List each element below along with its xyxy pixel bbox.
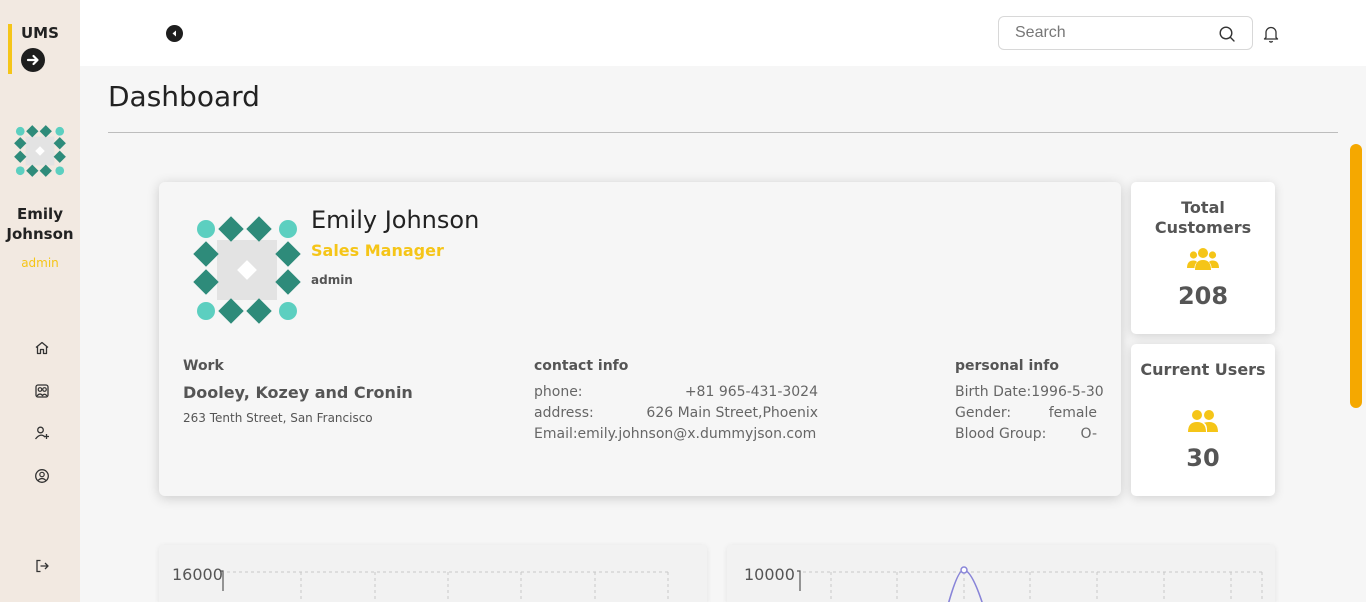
birth-row: Birth Date:1996-5-30 bbox=[955, 384, 1104, 404]
user-avatar bbox=[14, 125, 66, 177]
profile-role: admin bbox=[311, 273, 353, 287]
divider bbox=[108, 132, 1338, 133]
users-icon[interactable] bbox=[32, 381, 52, 401]
profile-job-title: Sales Manager bbox=[311, 241, 444, 260]
right-chart-card: 10000 bbox=[727, 545, 1275, 602]
topbar bbox=[80, 0, 1366, 66]
blood-label: Blood Group: bbox=[955, 426, 1047, 442]
current-users-label: Current Users bbox=[1140, 360, 1266, 379]
current-users-card: Current Users 30 bbox=[1131, 344, 1275, 496]
bell-icon[interactable] bbox=[1262, 24, 1280, 44]
birth-line: Birth Date:1996-5-30 bbox=[955, 384, 1104, 400]
current-users-value: 30 bbox=[1186, 444, 1220, 472]
profile-avatar bbox=[193, 216, 301, 324]
total-customers-card: Total Customers 208 bbox=[1131, 182, 1275, 334]
customers-icon bbox=[1187, 248, 1219, 270]
address-value: 626 Main Street,Phoenix bbox=[646, 405, 818, 421]
blood-value: O- bbox=[1080, 426, 1097, 442]
users-group-icon bbox=[1188, 410, 1218, 432]
contact-phone-row: phone: +81 965-431-3024 bbox=[534, 384, 818, 404]
email-line: Email:emily.johnson@x.dummyjson.com bbox=[534, 426, 817, 442]
phone-value: +81 965-431-3024 bbox=[684, 384, 818, 400]
right-chart-grid bbox=[797, 566, 1263, 602]
profile-name: Emily Johnson bbox=[311, 206, 480, 234]
gender-label: Gender: bbox=[955, 405, 1012, 421]
add-user-icon[interactable] bbox=[32, 423, 52, 443]
personal-heading: personal info bbox=[955, 358, 1059, 374]
sidebar-user-role: admin bbox=[21, 256, 59, 270]
sidebar-toggle-icon[interactable] bbox=[166, 25, 183, 42]
contact-email-row: Email:emily.johnson@x.dummyjson.com bbox=[534, 426, 818, 446]
profile-icon[interactable] bbox=[32, 466, 52, 486]
left-chart-card: 16000 bbox=[159, 545, 707, 602]
search-icon[interactable] bbox=[1218, 25, 1236, 43]
page-title: Dashboard bbox=[108, 80, 260, 113]
brand: UMS bbox=[8, 24, 68, 74]
arrow-right-icon[interactable] bbox=[21, 48, 45, 72]
search-box bbox=[998, 16, 1253, 50]
home-icon[interactable] bbox=[32, 338, 52, 358]
right-chart-point bbox=[960, 566, 968, 574]
gender-value: female bbox=[1048, 405, 1097, 421]
work-address: 263 Tenth Street, San Francisco bbox=[183, 411, 373, 425]
right-chart-series-line bbox=[948, 569, 983, 602]
scrollbar-thumb[interactable] bbox=[1350, 144, 1362, 408]
contact-address-row: address: 626 Main Street,Phoenix bbox=[534, 405, 818, 425]
sidebar-user-name: Emily Johnson bbox=[6, 205, 74, 243]
work-heading: Work bbox=[183, 358, 224, 374]
total-customers-label: Total Customers bbox=[1154, 198, 1252, 237]
brand-title: UMS bbox=[21, 24, 59, 42]
phone-label: phone: bbox=[534, 384, 583, 400]
logout-icon[interactable] bbox=[32, 556, 52, 576]
left-chart-grid bbox=[221, 570, 669, 602]
gender-row: Gender: female bbox=[955, 405, 1097, 425]
search-input[interactable] bbox=[999, 17, 1209, 49]
sidebar: UMS Emily Johnson admin bbox=[0, 0, 80, 602]
address-label: address: bbox=[534, 405, 594, 421]
contact-heading: contact info bbox=[534, 358, 629, 374]
blood-row: Blood Group: O- bbox=[955, 426, 1097, 446]
work-company: Dooley, Kozey and Cronin bbox=[183, 383, 413, 402]
profile-card: Emily Johnson Sales Manager admin Work D… bbox=[159, 182, 1121, 496]
total-customers-value: 208 bbox=[1177, 282, 1229, 310]
